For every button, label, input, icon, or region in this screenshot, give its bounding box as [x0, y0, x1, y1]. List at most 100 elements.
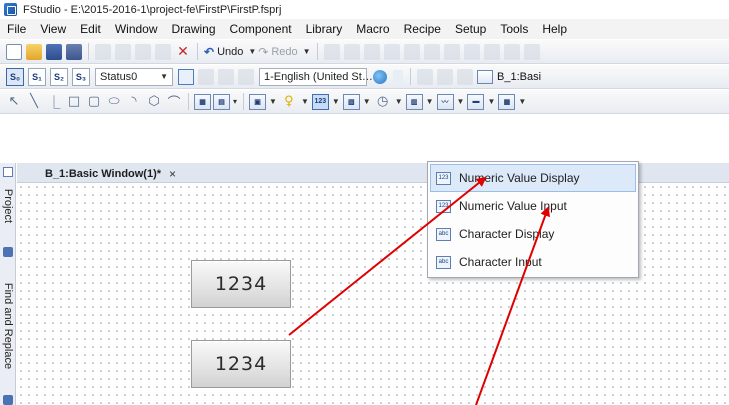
pin-icon[interactable]	[393, 69, 403, 84]
menu-item-numeric-value-display[interactable]: 123 Numeric Value Display	[430, 164, 636, 192]
menu-window[interactable]: Window	[108, 19, 165, 39]
ellipse-icon[interactable]: ⬭	[105, 93, 123, 111]
chevron-down-icon[interactable]: ▼	[457, 97, 465, 106]
close-icon[interactable]: ×	[169, 167, 176, 181]
copy-icon[interactable]	[115, 43, 131, 60]
globe-icon[interactable]	[373, 69, 387, 84]
chevron-down-icon[interactable]: ▼	[301, 97, 309, 106]
menu-drawing[interactable]: Drawing	[165, 19, 223, 39]
menu-edit[interactable]: Edit	[73, 19, 108, 39]
state-1-button[interactable]: S₁	[28, 67, 46, 86]
paste-icon[interactable]	[135, 43, 151, 60]
delete-icon[interactable]: ✕	[175, 43, 191, 60]
more-icon[interactable]: ▾	[233, 97, 237, 106]
align-center-icon[interactable]	[343, 43, 360, 60]
distribute-horizontal-icon[interactable]	[443, 43, 460, 60]
arc-icon[interactable]: ◝	[125, 93, 143, 111]
layer-3-icon[interactable]	[238, 68, 254, 85]
language-select[interactable]: 1-English (United St… ▼	[259, 67, 381, 86]
wrench-icon[interactable]	[3, 395, 13, 405]
menu-setup[interactable]: Setup	[448, 19, 493, 39]
menu-help[interactable]: Help	[535, 19, 574, 39]
menu-item-numeric-value-input[interactable]: 123 Numeric Value Input	[428, 192, 638, 220]
chevron-down-icon[interactable]: ▼	[332, 97, 340, 106]
redo-icon[interactable]: ↷	[258, 45, 268, 59]
meter-icon[interactable]: ▥	[405, 93, 423, 110]
state-2-button[interactable]: S₂	[50, 67, 68, 86]
current-window-label: B_1:Basi	[497, 70, 542, 83]
menu-view[interactable]: View	[33, 19, 73, 39]
numeric-component-dropdown: 123 Numeric Value Display 123 Numeric Va…	[427, 161, 639, 278]
menu-library[interactable]: Library	[299, 19, 350, 39]
basic-window-icon[interactable]	[477, 69, 493, 84]
pointer-icon[interactable]: ↖	[5, 93, 23, 111]
same-height-icon[interactable]	[503, 43, 520, 60]
undo-icon[interactable]: ↶	[204, 45, 214, 59]
redo-button[interactable]: Redo	[271, 46, 297, 58]
side-tab-find-replace[interactable]: Find and Replace	[0, 259, 16, 393]
chevron-down-icon[interactable]: ▼	[269, 97, 277, 106]
state-0-button[interactable]: S₀	[6, 67, 24, 86]
window-list-icon[interactable]	[417, 68, 433, 85]
numeric-value-display-widget[interactable]: 1234	[191, 260, 291, 308]
status-select[interactable]: Status0 ▼	[95, 67, 173, 86]
tab-basic-window[interactable]: B_1:Basic Window(1)* ×	[39, 165, 183, 182]
rectangle-icon[interactable]: □	[65, 93, 83, 111]
layer-icon[interactable]	[178, 68, 194, 85]
same-size-icon[interactable]	[523, 43, 540, 60]
polyline-icon[interactable]: ⎿	[45, 93, 63, 111]
undo-dropdown-icon[interactable]: ▼	[248, 47, 256, 56]
freeform-icon[interactable]: ⌒	[165, 93, 183, 111]
button-component-icon[interactable]: ▣	[249, 93, 267, 110]
redo-dropdown-icon[interactable]: ▼	[303, 47, 311, 56]
menu-macro[interactable]: Macro	[349, 19, 396, 39]
trend-chart-icon[interactable]: 〰	[436, 93, 454, 110]
rounded-rectangle-icon[interactable]: ▢	[85, 93, 103, 111]
new-file-icon[interactable]	[6, 43, 22, 60]
chevron-down-icon[interactable]: ▼	[363, 97, 371, 106]
graph-component-icon[interactable]: ▧	[342, 93, 360, 110]
bar-icon[interactable]: ▬	[467, 93, 485, 110]
window-tile-icon[interactable]	[437, 68, 453, 85]
project-panel-icon[interactable]	[3, 167, 13, 177]
align-right-icon[interactable]	[363, 43, 380, 60]
save-icon[interactable]	[46, 43, 62, 60]
align-bottom-icon[interactable]	[423, 43, 440, 60]
window-cascade-icon[interactable]	[457, 68, 473, 85]
menu-item-character-display[interactable]: abc Character Display	[428, 220, 638, 248]
tab-basic-window-label: B_1:Basic Window(1)*	[45, 167, 162, 180]
align-left-icon[interactable]	[323, 43, 340, 60]
layer-1-icon[interactable]	[198, 68, 214, 85]
wrench-icon[interactable]	[3, 247, 13, 257]
menu-component[interactable]: Component	[223, 19, 299, 39]
duplicate-icon[interactable]	[155, 43, 171, 60]
lamp-icon[interactable]: ♀	[280, 93, 298, 111]
chevron-down-icon[interactable]: ▼	[518, 97, 526, 106]
menu-file[interactable]: File	[0, 19, 33, 39]
state-3-button[interactable]: S₃	[72, 67, 90, 86]
align-middle-icon[interactable]	[403, 43, 420, 60]
table-icon[interactable]: ▦	[498, 93, 516, 110]
menu-recipe[interactable]: Recipe	[397, 19, 448, 39]
same-width-icon[interactable]	[483, 43, 500, 60]
chevron-down-icon[interactable]: ▼	[395, 97, 403, 106]
distribute-vertical-icon[interactable]	[463, 43, 480, 60]
menu-item-character-input[interactable]: abc Character Input	[428, 248, 638, 276]
text-icon[interactable]: ▤	[213, 93, 230, 110]
chevron-down-icon[interactable]: ▼	[487, 97, 495, 106]
menu-tools[interactable]: Tools	[493, 19, 535, 39]
cut-icon[interactable]	[95, 43, 111, 60]
undo-button[interactable]: Undo	[217, 46, 243, 58]
picture-icon[interactable]: ▦	[194, 93, 211, 110]
numeric-component-icon[interactable]: 123	[311, 93, 329, 110]
side-tab-project[interactable]: Project	[0, 177, 16, 235]
clock-icon[interactable]: ◷	[374, 93, 392, 111]
polygon-icon[interactable]: ⬡	[145, 93, 163, 111]
chevron-down-icon[interactable]: ▼	[426, 97, 434, 106]
align-top-icon[interactable]	[383, 43, 400, 60]
numeric-value-input-widget[interactable]: 1234	[191, 340, 291, 388]
open-folder-icon[interactable]	[26, 43, 42, 60]
line-icon[interactable]: ╲	[25, 93, 43, 111]
save-all-icon[interactable]	[66, 43, 82, 60]
layer-2-icon[interactable]	[218, 68, 234, 85]
